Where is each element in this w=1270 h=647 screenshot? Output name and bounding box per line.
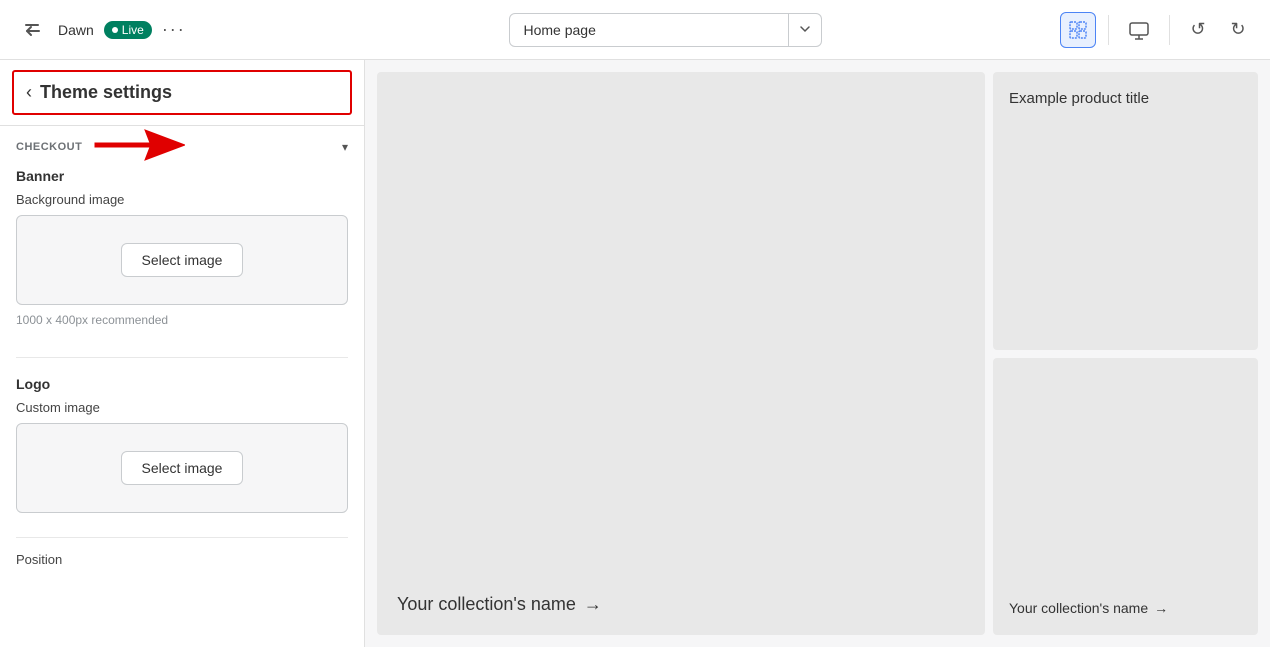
selection-tool-button[interactable] — [1060, 12, 1096, 48]
page-select-arrow-icon[interactable] — [789, 13, 822, 47]
collection-name-text: Your collection's name — [397, 594, 576, 615]
background-image-upload-box: Select image — [16, 215, 348, 305]
preview-collection-card: Your collection's name → — [993, 358, 1258, 636]
page-select[interactable]: Home page — [509, 13, 789, 47]
product-title: Example product title — [1009, 88, 1242, 109]
custom-image-label: Custom image — [16, 400, 348, 415]
exit-button[interactable] — [16, 14, 48, 46]
logo-section: Logo Custom image Select image — [0, 372, 364, 537]
checkout-arrow-icon: ▾ — [342, 140, 348, 154]
main-content: ‹ Theme settings CHECKOUT ▾ Banner Backg… — [0, 60, 1270, 647]
live-label: Live — [122, 23, 144, 37]
banner-title: Banner — [16, 164, 348, 184]
divider-2 — [16, 537, 348, 538]
sidebar: ‹ Theme settings CHECKOUT ▾ Banner Backg… — [0, 60, 365, 647]
checkout-section-header[interactable]: CHECKOUT ▾ — [0, 126, 364, 164]
checkout-label: CHECKOUT — [16, 141, 82, 153]
background-image-label: Background image — [16, 192, 348, 207]
divider — [1108, 15, 1109, 45]
collection-name: Your collection's name → — [397, 594, 965, 615]
undo-button[interactable]: ↺ — [1182, 14, 1214, 46]
select-image-button-2[interactable]: Select image — [121, 451, 244, 485]
annotation-red-arrow — [85, 126, 185, 165]
divider-1 — [16, 357, 348, 358]
store-name: Dawn — [58, 22, 94, 38]
select-image-button-1[interactable]: Select image — [121, 243, 244, 277]
device-preview-button[interactable] — [1121, 12, 1157, 48]
sidebar-title: Theme settings — [40, 82, 172, 103]
topbar: Dawn Live ··· Home page — [0, 0, 1270, 60]
redo-button[interactable]: ↻ — [1222, 14, 1254, 46]
banner-section: Banner Background image Select image 100… — [0, 164, 364, 357]
preview-area: Your collection's name → Example product… — [365, 60, 1270, 647]
sidebar-body: CHECKOUT ▾ Banner Background image Selec… — [0, 126, 364, 647]
live-badge: Live — [104, 21, 152, 39]
collection-name-sm: Your collection's name → — [1009, 598, 1242, 619]
logo-title: Logo — [16, 372, 348, 392]
preview-main-collection: Your collection's name → — [377, 72, 985, 635]
arrow-right-sm-icon: → — [1154, 598, 1168, 619]
collection-name-sm-text: Your collection's name — [1009, 598, 1148, 619]
custom-image-upload-box: Select image — [16, 423, 348, 513]
topbar-left: Dawn Live ··· — [16, 14, 276, 46]
divider-2 — [1169, 15, 1170, 45]
page-select-wrapper: Home page — [509, 13, 822, 47]
back-button[interactable]: ‹ — [26, 82, 32, 103]
more-button[interactable]: ··· — [162, 19, 186, 40]
arrow-right-icon: → — [584, 594, 602, 615]
preview-product-card: Example product title — [993, 72, 1258, 350]
image-hint-text: 1000 x 400px recommended — [16, 313, 348, 327]
live-dot — [112, 27, 118, 33]
topbar-center: Home page — [288, 13, 1042, 47]
topbar-right: ↺ ↻ — [1054, 12, 1254, 48]
position-label: Position — [0, 552, 364, 575]
